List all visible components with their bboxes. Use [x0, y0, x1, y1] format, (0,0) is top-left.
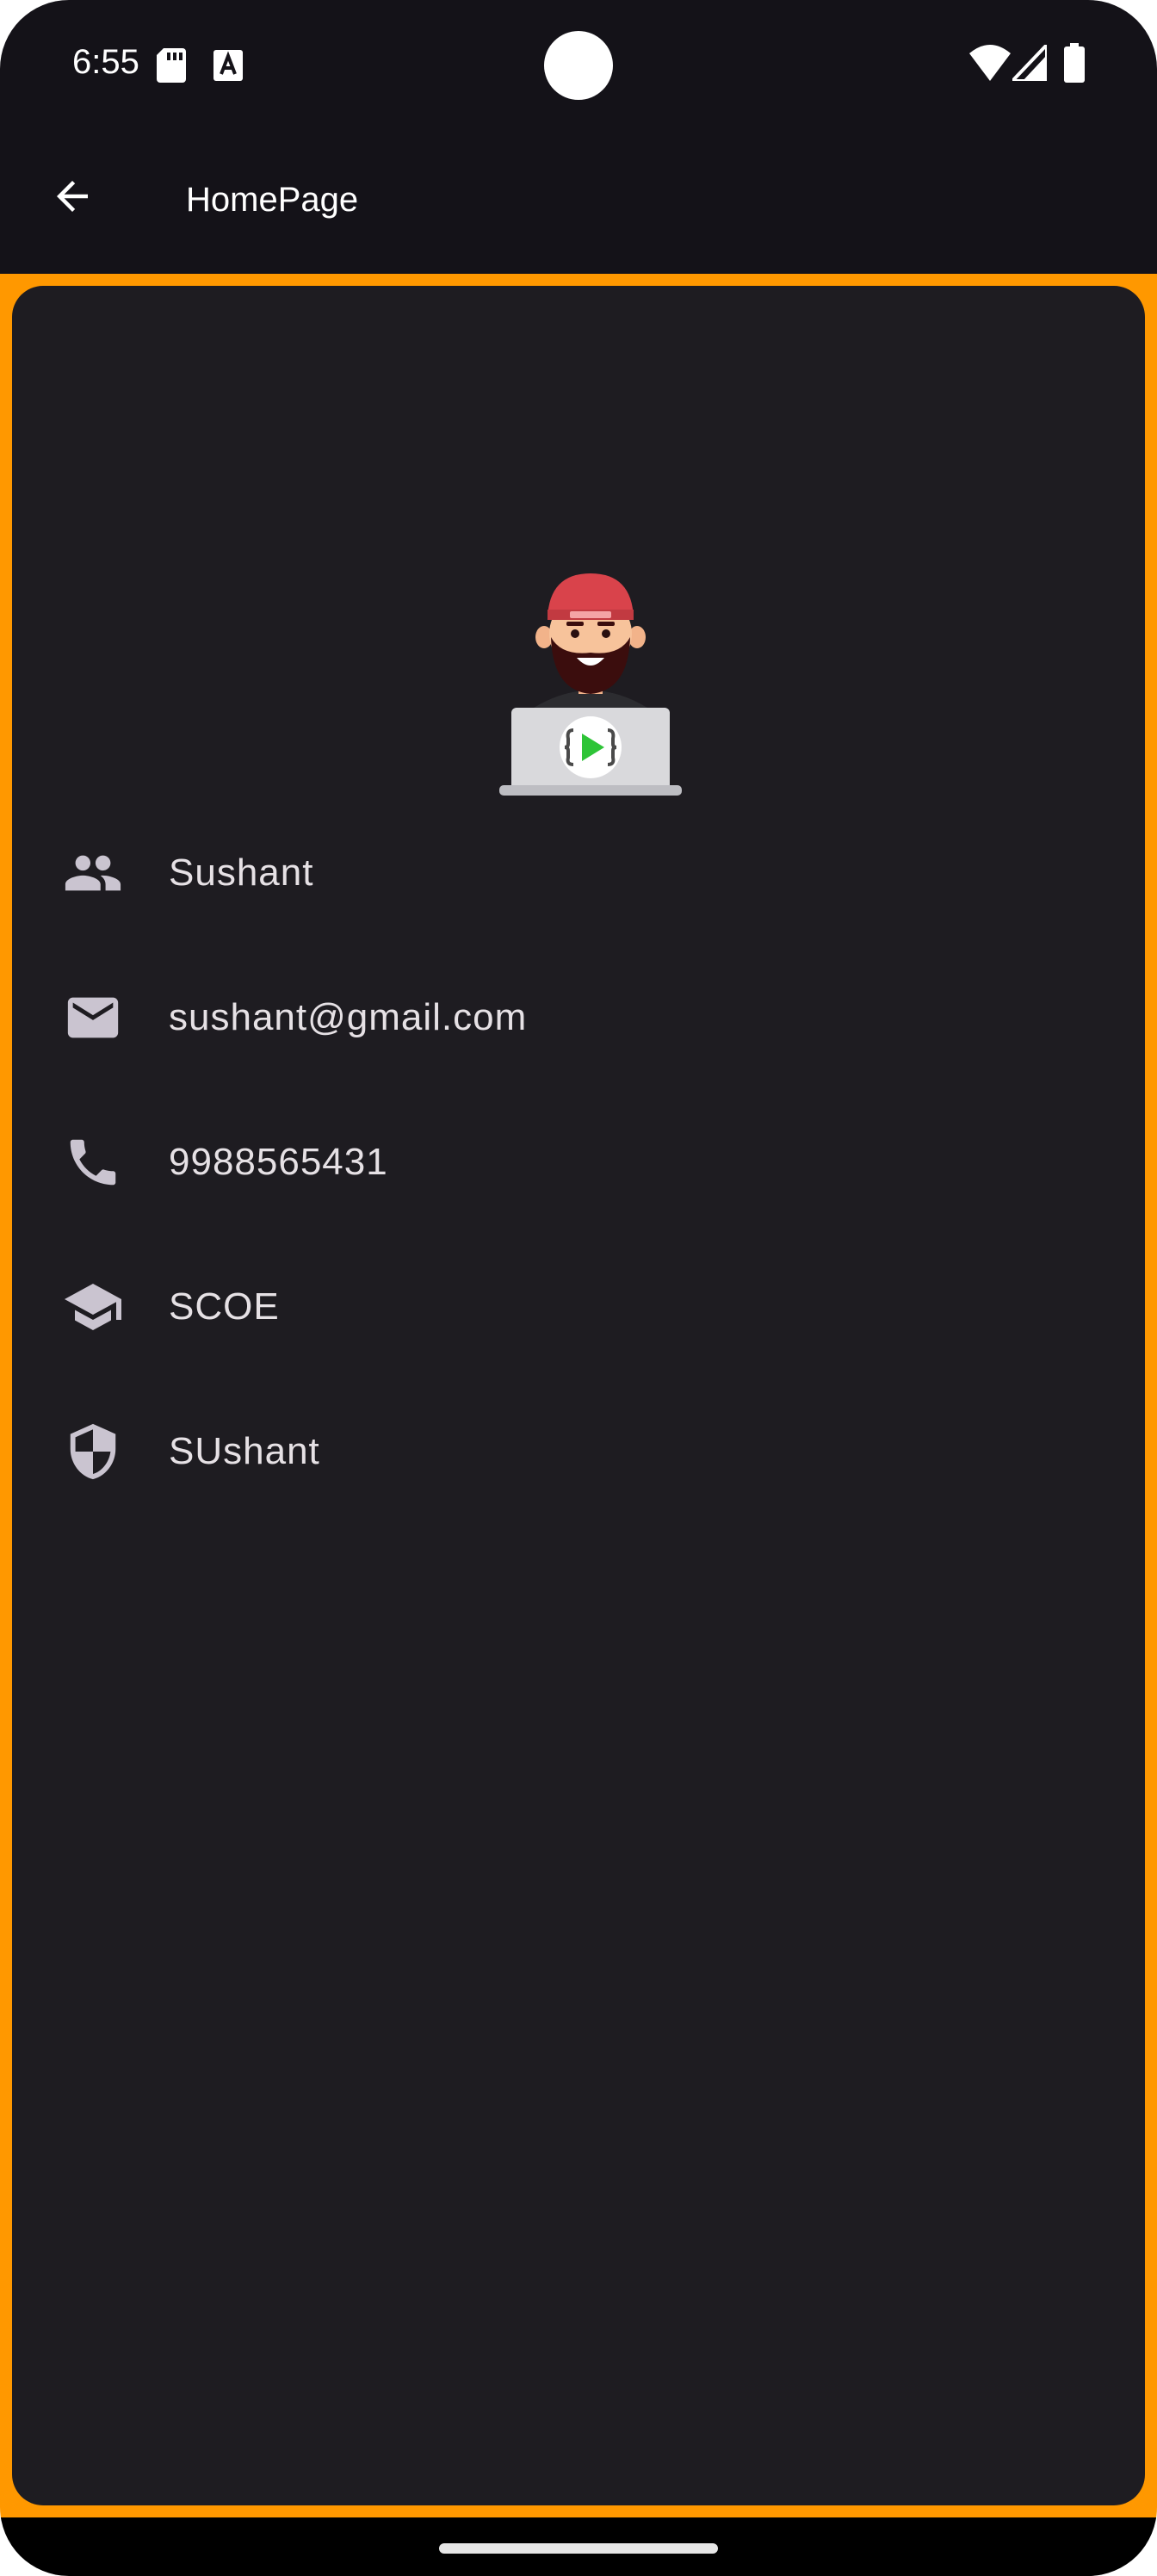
name-value: Sushant — [169, 851, 314, 894]
people-icon — [55, 835, 131, 911]
page-title: HomePage — [186, 181, 359, 219]
screen-corner-top-right — [1088, 0, 1157, 69]
status-time: 6:55 — [72, 43, 139, 81]
profile-frame: Sushant sushant@gmail.com 9988565431 SCO… — [0, 274, 1157, 2517]
arrow-back-icon — [49, 173, 96, 224]
status-bar: 6:55 — [0, 0, 1157, 129]
email-value: sushant@gmail.com — [169, 996, 528, 1038]
security-row: SUshant — [55, 1409, 1088, 1495]
shield-icon — [55, 1414, 131, 1489]
mail-icon — [55, 980, 131, 1056]
email-row: sushant@gmail.com — [55, 975, 1088, 1061]
camera-cutout — [544, 31, 613, 100]
screen-corner-top-left — [0, 0, 69, 69]
screen: 6:55 HomePage Sushant sushant@gmail.com … — [0, 0, 1157, 2576]
college-row: SCOE — [55, 1264, 1088, 1350]
app-bar: HomePage — [0, 129, 1157, 274]
name-row: Sushant — [55, 830, 1088, 916]
font-a-icon — [213, 50, 243, 85]
signal-icon — [1008, 40, 1049, 85]
security-value: SUshant — [169, 1430, 320, 1472]
college-value: SCOE — [169, 1285, 280, 1328]
profile-card: Sushant sushant@gmail.com 9988565431 SCO… — [12, 286, 1145, 2505]
wifi-icon — [969, 45, 1011, 85]
battery-icon — [1064, 43, 1085, 87]
screen-corner-bottom-right — [1088, 2507, 1157, 2576]
back-button[interactable] — [34, 160, 110, 236]
screen-corner-bottom-left — [0, 2507, 69, 2576]
gesture-handle[interactable] — [439, 2543, 718, 2554]
phone-row: 9988565431 — [55, 1119, 1088, 1205]
sd-card-icon — [157, 48, 186, 87]
phone-icon — [55, 1124, 131, 1200]
phone-value: 9988565431 — [169, 1141, 388, 1183]
developer-avatar-icon — [499, 570, 682, 796]
school-icon — [55, 1269, 131, 1345]
navigation-bar — [0, 2517, 1157, 2576]
